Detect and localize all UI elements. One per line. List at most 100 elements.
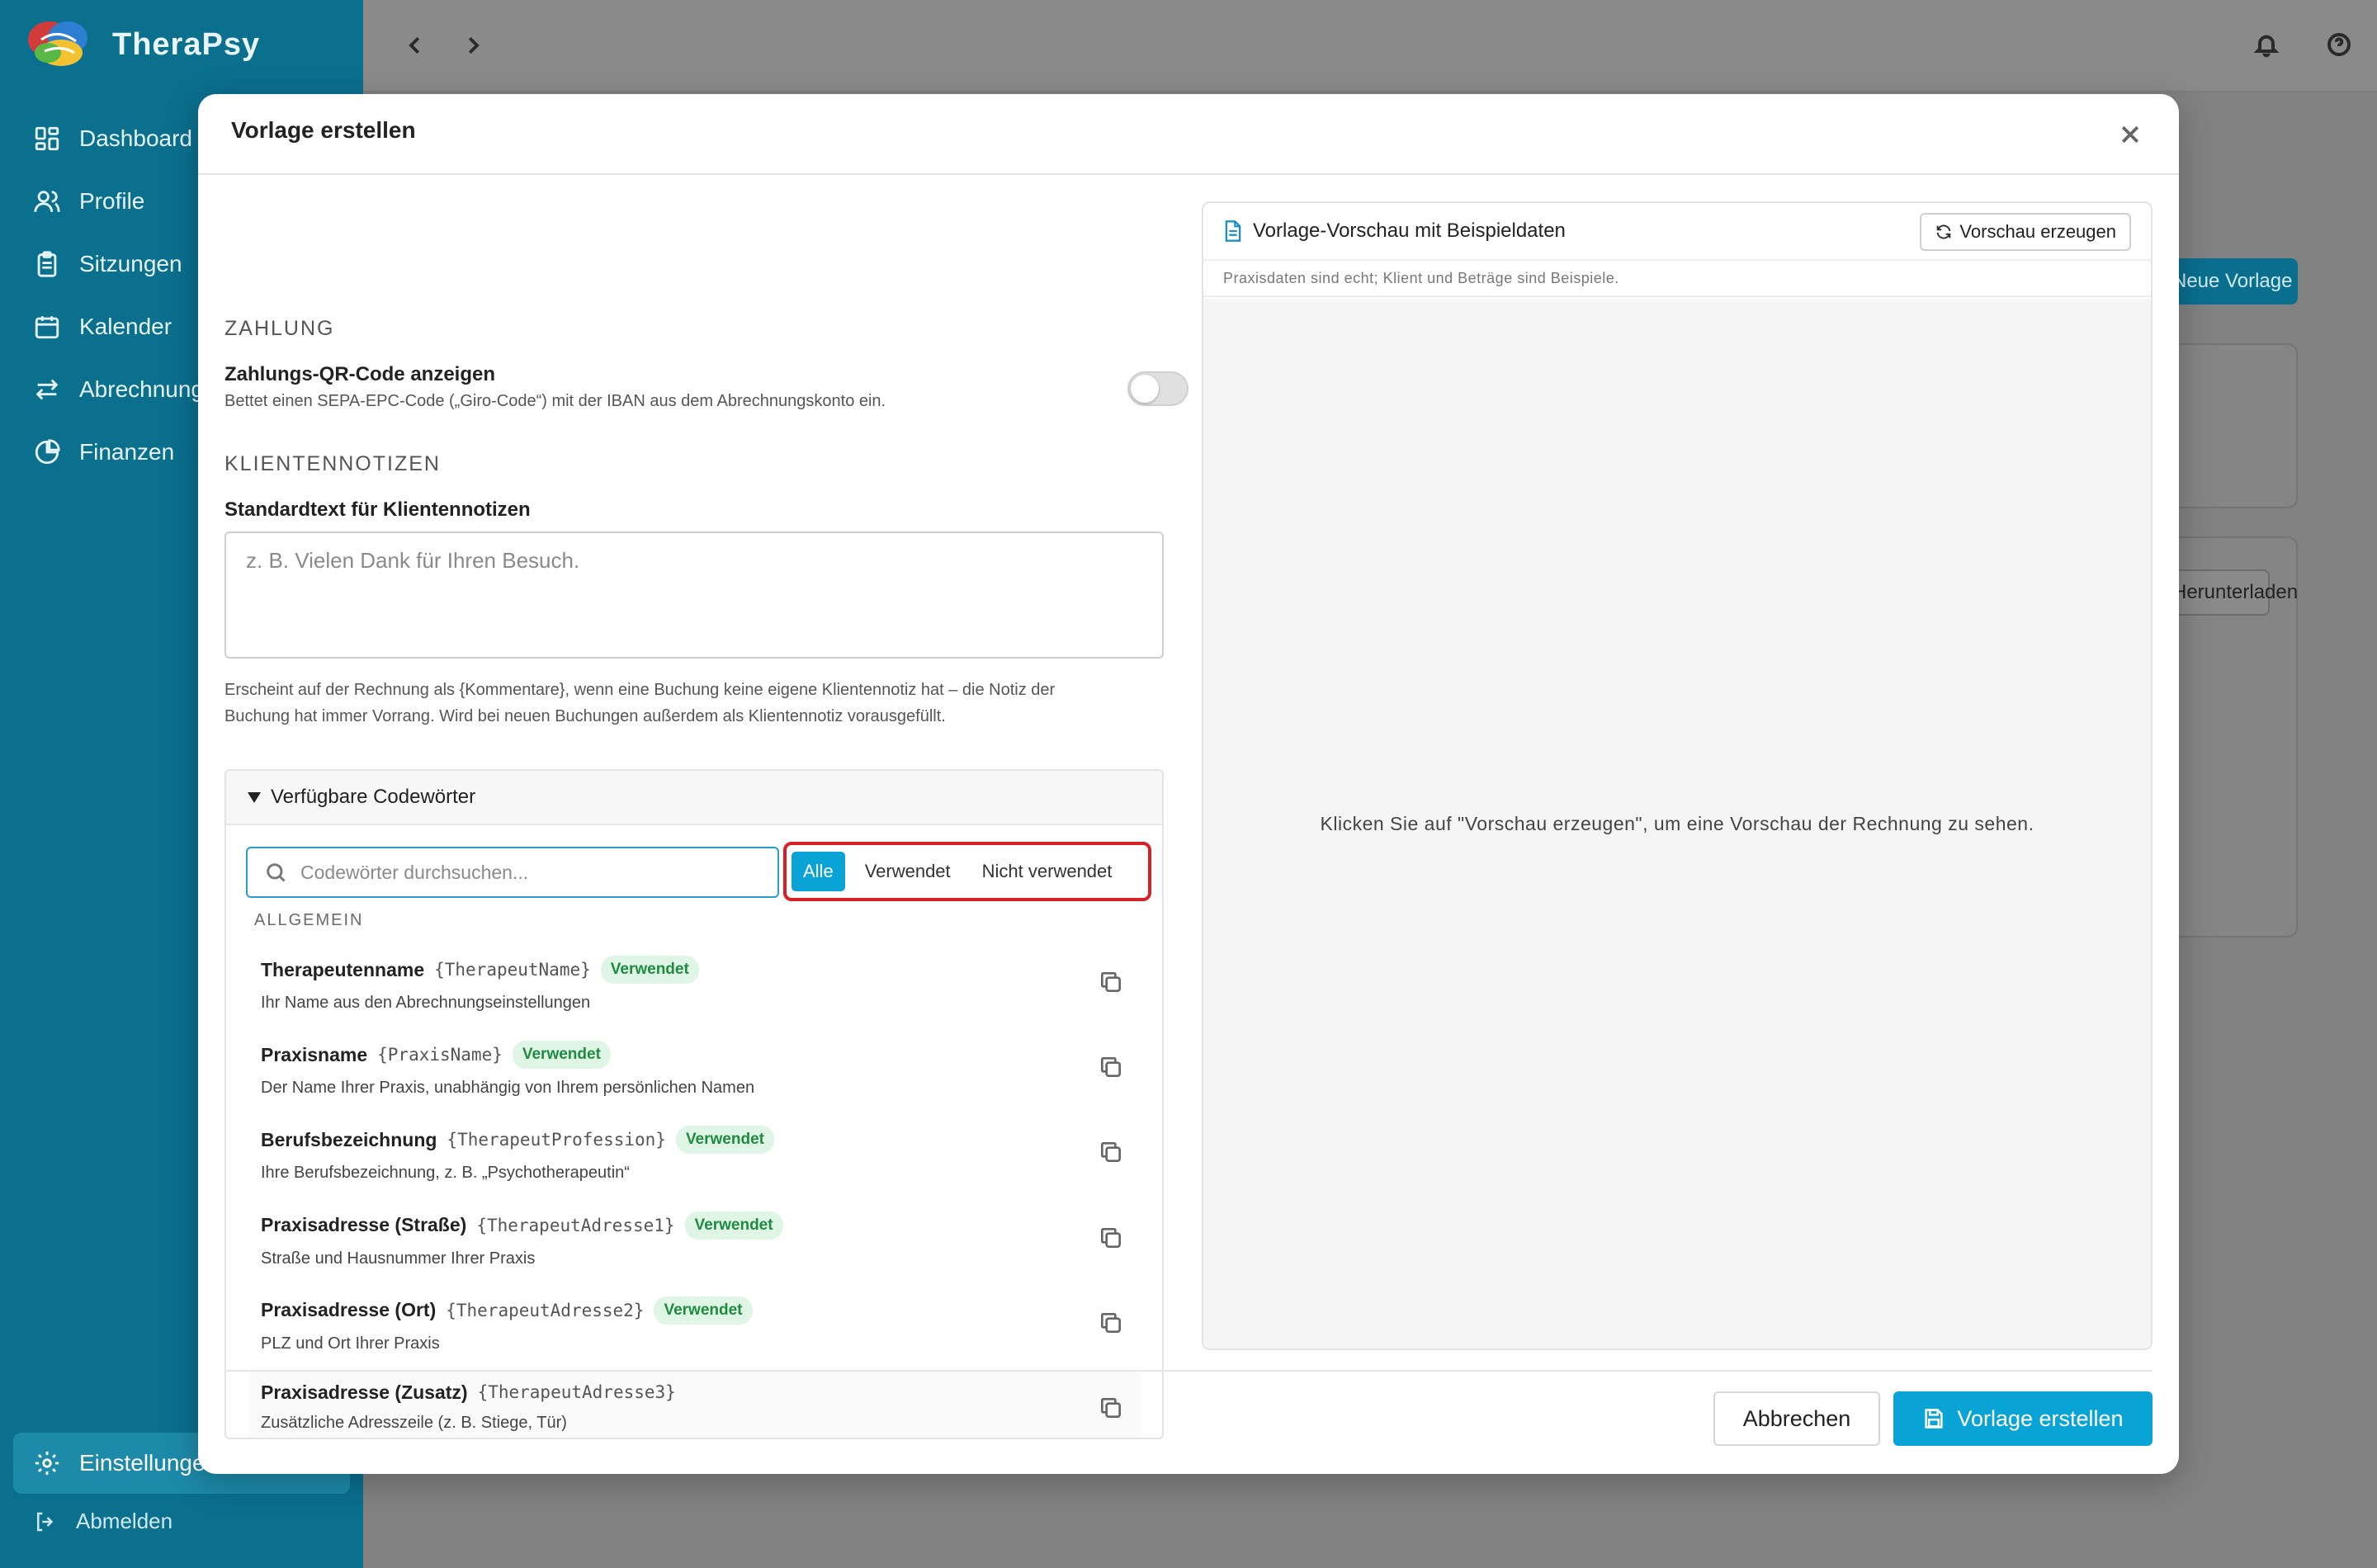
codeword-description: PLZ und Ort Ihrer Praxis [261, 1334, 440, 1353]
copy-button[interactable] [1098, 1310, 1124, 1336]
codeword-description: Zusätzliche Adresszeile (z. B. Stiege, T… [261, 1413, 567, 1432]
sidebar-item-finanzen[interactable]: Finanzen [33, 421, 204, 484]
dashboard-icon [35, 126, 59, 151]
logout-icon [37, 1512, 54, 1531]
refresh-icon [1937, 224, 1951, 239]
copy-button[interactable] [1098, 1395, 1124, 1421]
preview-subtitle: Praxisdaten sind echt; Klient und Beträg… [1203, 261, 2151, 297]
qr-code-help: Bettet einen SEPA-EPC-Code („Giro-Code“)… [224, 392, 886, 410]
sidebar-item-profile[interactable]: Profile [33, 170, 204, 233]
codeword-row: Berufsbezeichnung {TherapeutProfession} … [249, 1114, 1141, 1199]
codewords-search-input[interactable] [300, 861, 763, 884]
codewords-filter-group: Alle Verwendet Nicht verwendet [783, 842, 1151, 901]
codeword-name: Praxisname [261, 1043, 368, 1065]
copy-icon [1101, 972, 1121, 992]
create-template-label: Vorlage erstellen [1957, 1405, 2124, 1431]
sidebar-item-label: Abrechnung [79, 376, 205, 402]
forward-arrow-icon[interactable] [461, 33, 485, 58]
filter-unused[interactable]: Nicht verwendet [971, 852, 1124, 891]
codeword-token: {PraxisName} [377, 1045, 503, 1065]
close-button[interactable] [2118, 122, 2143, 147]
filter-used[interactable]: Verwendet [853, 852, 962, 891]
sidebar-item-label: Dashboard [79, 125, 192, 151]
sidebar-item-label: Profile [79, 188, 145, 214]
generate-preview-label: Vorschau erzeugen [1959, 221, 2116, 242]
copy-button[interactable] [1098, 1054, 1124, 1080]
calendar-icon [35, 316, 59, 339]
brain-logo-icon [28, 21, 87, 66]
preview-header: Vorlage-Vorschau mit Beispieldaten Vorsc… [1203, 203, 2151, 261]
sidebar-item-label: Finanzen [79, 439, 175, 465]
close-icon [2121, 125, 2139, 144]
new-template-button[interactable]: Neue Vorlage [2162, 258, 2298, 305]
client-notes-section-heading: KLIENTENNOTIZEN [224, 452, 441, 475]
brand[interactable]: TheraPsy [25, 15, 260, 74]
codeword-name: Praxisadresse (Ort) [261, 1299, 437, 1321]
copy-icon [1101, 1312, 1121, 1333]
sidebar-item-kalender[interactable]: Kalender [33, 295, 204, 358]
logout-link[interactable]: Abmelden [33, 1509, 172, 1534]
copy-button[interactable] [1098, 1225, 1124, 1251]
sidebar-item-dashboard[interactable]: Dashboard [33, 107, 204, 170]
back-arrow-icon[interactable] [403, 33, 428, 58]
copy-button[interactable] [1098, 969, 1124, 995]
users-icon [34, 191, 60, 212]
generate-preview-button[interactable]: Vorschau erzeugen [1920, 213, 2131, 251]
client-notes-help-line-1: Erscheint auf der Rechnung als {Kommenta… [224, 681, 1056, 699]
copy-button[interactable] [1098, 1139, 1124, 1165]
codeword-row: Praxisname {PraxisName} Verwendet Der Na… [249, 1029, 1141, 1114]
sidebar-item-label: Kalender [79, 314, 172, 339]
codewords-summary-toggle[interactable]: Verfügbare Codewörter [226, 771, 1162, 825]
document-icon [1225, 220, 1241, 242]
used-badge: Verwendet [675, 1126, 774, 1155]
logout-label: Abmelden [76, 1509, 173, 1533]
clipboard-icon [37, 251, 57, 277]
codeword-row: Praxisadresse (Ort) {TherapeutAdresse2} … [249, 1285, 1141, 1370]
cancel-label: Abbrechen [1742, 1405, 1851, 1431]
sidebar-item-sitzungen[interactable]: Sitzungen [33, 233, 204, 295]
filter-all[interactable]: Alle [792, 852, 845, 891]
codeword-token: {TherapeutName} [434, 960, 591, 980]
create-template-button[interactable]: Vorlage erstellen [1893, 1391, 2153, 1446]
sidebar-item-abrechnung[interactable]: Abrechnung [33, 358, 204, 421]
client-notes-textarea[interactable] [224, 531, 1164, 659]
codewords-list: Therapeutenname {TherapeutName} Verwende… [249, 944, 1141, 1438]
codewords-panel: Verfügbare Codewörter Alle Verwendet Nic… [224, 769, 1164, 1439]
codeword-description: Ihr Name aus den Abrechnungseinstellunge… [261, 994, 591, 1012]
preview-area: Klicken Sie auf "Vorschau erzeugen", um … [1203, 299, 2151, 1348]
used-badge: Verwendet [512, 1041, 611, 1070]
codeword-description: Der Name Ihrer Praxis, unabhängig von Ih… [261, 1079, 755, 1098]
caret-down-icon [248, 791, 261, 803]
save-icon [1925, 1409, 1944, 1429]
client-notes-help-line-2: Buchung hat immer Vorrang. Wird bei neue… [224, 707, 946, 725]
sidebar-item-label: Einstellungen [79, 1450, 219, 1476]
codewords-search[interactable] [246, 847, 779, 898]
codeword-name: Praxisadresse (Straße) [261, 1214, 467, 1236]
cancel-button[interactable]: Abbrechen [1713, 1391, 1880, 1446]
codeword-row: Praxisadresse (Straße) {TherapeutAdresse… [249, 1200, 1141, 1285]
pie-chart-icon [35, 439, 60, 465]
bell-icon[interactable] [2253, 31, 2280, 58]
codeword-name: Berufsbezeichnung [261, 1128, 437, 1150]
codewords-group-label: ALLGEMEIN [254, 911, 364, 929]
copy-icon [1101, 1057, 1121, 1078]
codeword-token: {TherapeutAdresse3} [477, 1382, 676, 1403]
preview-empty-message: Klicken Sie auf "Vorschau erzeugen", um … [1320, 812, 2034, 834]
codeword-description: Straße und Hausnummer Ihrer Praxis [261, 1249, 536, 1268]
codeword-token: {TherapeutAdresse2} [446, 1300, 645, 1320]
used-badge: Verwendet [654, 1296, 753, 1325]
search-icon [267, 863, 286, 882]
codeword-name: Therapeutenname [261, 958, 425, 980]
footer-divider [224, 1370, 2153, 1372]
gear-icon [35, 1451, 59, 1476]
codeword-description: Ihre Berufsbezeichnung, z. B. „Psychothe… [261, 1164, 630, 1183]
template-preview-panel: Vorlage-Vorschau mit Beispieldaten Vorsc… [1202, 201, 2153, 1350]
codeword-token: {TherapeutProfession} [447, 1130, 666, 1150]
copy-icon [1101, 1227, 1121, 1248]
qr-code-label: Zahlungs-QR-Code anzeigen [224, 363, 496, 385]
used-badge: Verwendet [600, 956, 699, 984]
qr-code-toggle[interactable] [1127, 371, 1188, 406]
help-icon[interactable] [2326, 31, 2352, 58]
sidebar-nav: Dashboard Profile Sitzungen Kalender Abr… [33, 107, 204, 484]
toggle-knob [1131, 375, 1159, 403]
